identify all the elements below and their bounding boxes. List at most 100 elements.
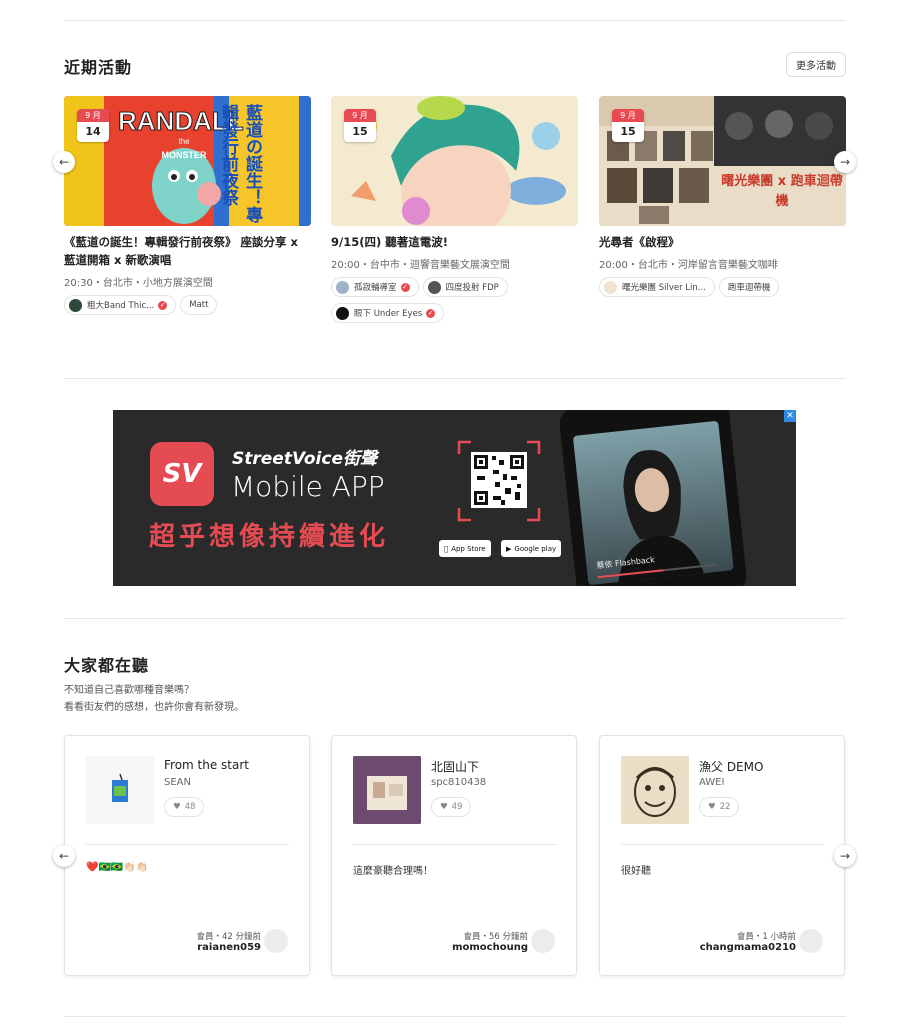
app-store-label: App Store [447, 544, 485, 553]
artist-tag[interactable]: 孤寂輔導室 ✓ [331, 277, 419, 297]
artist-tag[interactable]: Matt [180, 295, 218, 315]
more-events-button[interactable]: 更多活動 [786, 52, 846, 77]
poster-title-text: 藍道の誕生！專輯發行前夜祭 [218, 104, 262, 223]
artist-tag[interactable]: 粗大Band Thic... ✓ [64, 295, 177, 315]
event-card-1[interactable]: RANDALL the MONSTER 藍道の誕生！專輯發行前夜祭 9 月 14… [64, 96, 311, 315]
event-date-badge: 9 月 15 [612, 109, 644, 142]
event-meta: 20:00・台北市・河岸留言音樂藝文咖啡 [599, 260, 778, 271]
artist-tag[interactable]: 四度投射 FDP [422, 277, 508, 297]
artist-avatar [336, 306, 349, 320]
song-artist[interactable]: AWEI [699, 777, 724, 788]
banner-slogan: 超乎想像持續進化 [149, 522, 390, 552]
banner-brand: StreetVoice街聲 [232, 449, 377, 469]
listener-comment: 這麼豪聽合理嗎！ [353, 866, 433, 877]
apple-icon:  [444, 545, 448, 553]
artist-tag[interactable]: 曙光樂團 Silver Lin... [599, 277, 715, 297]
event-title[interactable]: 9/15(四) 聽著這電波! [331, 233, 578, 251]
event-meta: 20:00・台中市・迴響音樂藝文展演空間 [331, 260, 510, 271]
song-cover[interactable] [86, 756, 154, 824]
cards-prev-arrow-icon[interactable]: ← [53, 845, 75, 867]
events-next-arrow-icon[interactable]: → [834, 151, 856, 173]
google-play-badge[interactable]: ▶ Google play [501, 540, 562, 557]
like-count[interactable]: ♥ 49 [431, 797, 472, 817]
song-cover[interactable] [621, 756, 689, 824]
artist-avatar [427, 280, 441, 294]
song-cover[interactable] [353, 756, 421, 824]
divider-events [64, 378, 846, 379]
qr-code-icon [457, 440, 541, 522]
song-artist[interactable]: spc810438 [431, 777, 486, 788]
like-count[interactable]: ♥ 22 [699, 797, 740, 817]
event-poster[interactable]: 曙光樂團 x 跑車迴帶機 9 月 15 [599, 96, 846, 226]
event-card-3[interactable]: 曙光樂團 x 跑車迴帶機 9 月 15 光尋者《啟程》 20:00・台北市・河岸… [599, 96, 846, 297]
events-prev-arrow-icon[interactable]: ← [53, 151, 75, 173]
mobile-app-banner[interactable]: SV StreetVoice街聲 Mobile APP 超乎想像持續進化 Ap… [113, 410, 796, 586]
event-card-2[interactable]: 9 月 15 9/15(四) 聽著這電波! 20:00・台中市・迴響音樂藝文展演… [331, 96, 578, 323]
card-divider [86, 844, 289, 845]
event-day: 15 [352, 125, 368, 138]
comment-time: 會員・1 小時前 [736, 932, 796, 942]
verified-icon: ✓ [426, 308, 436, 318]
cover-art [621, 756, 689, 824]
commenter-name[interactable]: momochoung [452, 942, 528, 953]
ad-close-icon[interactable]: ✕ [784, 410, 796, 422]
artist-avatar [604, 280, 617, 294]
like-count[interactable]: ♥ 48 [164, 797, 205, 817]
event-month: 9 月 [77, 109, 109, 122]
event-meta: 20:30・台北市・小地方展演空間 [64, 278, 213, 289]
verified-icon: ✓ [158, 300, 168, 310]
heart-icon: ♥ [708, 802, 716, 812]
artist-tag-label: 曙光樂團 Silver Lin... [622, 283, 706, 293]
cover-art [353, 756, 421, 824]
divider-banner [64, 618, 846, 619]
divider-bottom [64, 1016, 846, 1017]
artist-tag-label: 跑車迴帶機 [727, 283, 771, 293]
comment-time: 會員・56 分鐘前 [463, 932, 528, 942]
event-artist-tags: 曙光樂團 Silver Lin... 跑車迴帶機 [599, 277, 846, 297]
song-title[interactable]: 漁父 DEMO [699, 758, 763, 775]
song-title[interactable]: From the start [164, 758, 249, 772]
artist-tag[interactable]: 眼下 Under Eyes ✓ [331, 303, 445, 323]
play-icon: ▶ [506, 544, 512, 553]
listening-card-3[interactable]: 漁父 DEMO AWEI ♥ 22 很好聽 會員・1 小時前 changmama0… [599, 735, 845, 976]
listening-subtitle-2: 看看街友們的感想，也許你會有新發現。 [64, 702, 244, 713]
svg-text:the: the [178, 137, 190, 146]
section-title-listening: 大家都在聽 [64, 656, 150, 675]
artist-avatar [336, 280, 349, 294]
event-poster[interactable]: RANDALL the MONSTER 藍道の誕生！專輯發行前夜祭 9 月 14 [64, 96, 311, 226]
listening-card-1[interactable]: From the start SEAN ♥ 48 ❤️🇧🇷🇧🇷👏🏻👏🏻 會員・42… [64, 735, 310, 976]
song-title[interactable]: 北固山下 [431, 758, 479, 775]
divider-top [64, 20, 846, 21]
listener-comment: ❤️🇧🇷🇧🇷👏🏻👏🏻 [86, 862, 149, 873]
verified-icon: ✓ [400, 282, 410, 292]
commenter-avatar[interactable] [799, 929, 823, 953]
event-poster[interactable]: 9 月 15 [331, 96, 578, 226]
commenter-name[interactable]: changmama0210 [700, 942, 796, 953]
cover-art [86, 756, 154, 824]
artist-tag-label: 眼下 Under Eyes [354, 309, 423, 319]
event-day: 15 [620, 125, 636, 138]
artist-tag-label: Matt [189, 300, 209, 310]
commenter-name[interactable]: raianen059 [197, 942, 261, 953]
like-count-value: 48 [184, 802, 196, 812]
artist-tag[interactable]: 跑車迴帶機 [718, 277, 780, 297]
artist-avatar [69, 298, 82, 312]
card-divider [621, 844, 824, 845]
event-title[interactable]: 光尋者《啟程》 [599, 233, 846, 251]
like-count-value: 22 [719, 802, 731, 812]
event-artist-tags: 粗大Band Thic... ✓ Matt [64, 295, 311, 315]
app-store-badge[interactable]: App Store [439, 540, 491, 557]
event-title[interactable]: 《藍道の誕生！專輯發行前夜祭》 座談分享 x 藍道開箱 x 新歌演唱 [64, 233, 311, 269]
event-day: 14 [85, 125, 101, 138]
song-artist[interactable]: SEAN [164, 777, 191, 788]
event-artist-tags: 孤寂輔導室 ✓ 四度投射 FDP 眼下 Under Eyes ✓ [331, 277, 578, 323]
commenter-avatar[interactable] [531, 929, 555, 953]
artist-tag-label: 孤寂輔導室 [354, 283, 397, 293]
poster-title-text: 曙光樂團 x 跑車迴帶機 [721, 174, 843, 209]
streetvoice-logo-icon: SV [150, 442, 214, 506]
event-month: 9 月 [344, 109, 376, 122]
commenter-avatar[interactable] [264, 929, 288, 953]
listening-card-2[interactable]: 北固山下 spc810438 ♥ 49 這麼豪聽合理嗎！ 會員・56 分鐘前 mo… [331, 735, 577, 976]
cards-next-arrow-icon[interactable]: → [834, 845, 856, 867]
event-date-badge: 9 月 15 [344, 109, 376, 142]
